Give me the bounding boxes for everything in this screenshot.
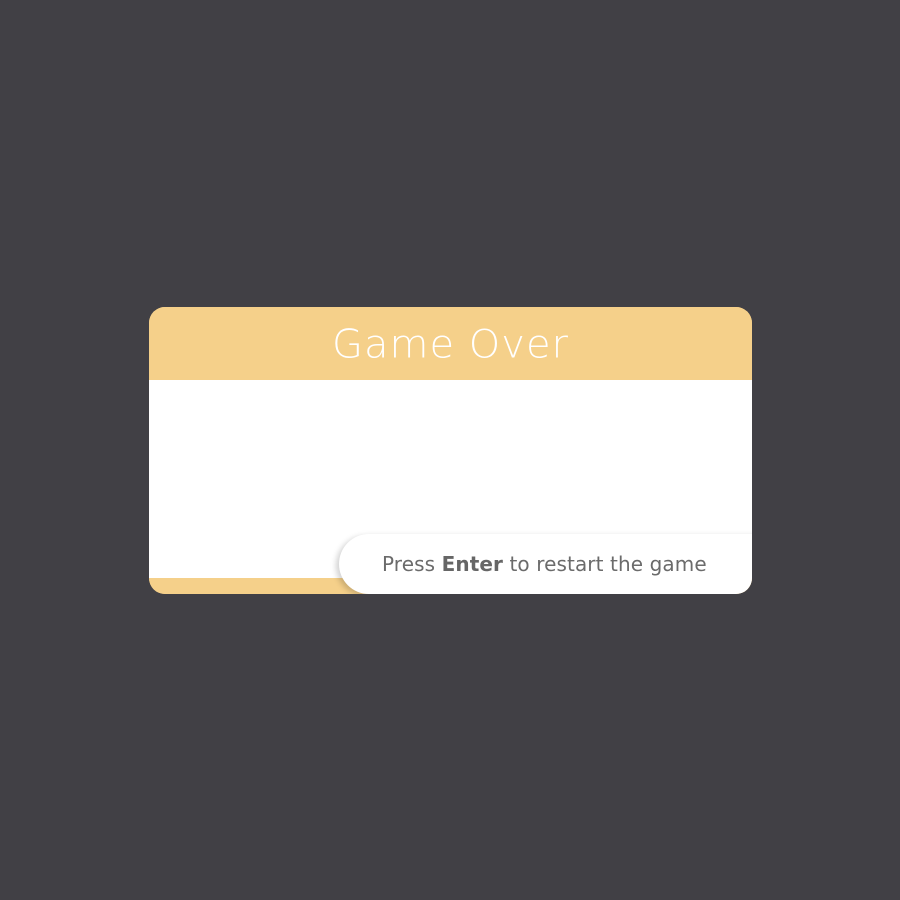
restart-prompt: Press Enter to restart the game [339, 534, 752, 594]
restart-prompt-text: Press Enter to restart the game [382, 552, 707, 576]
restart-prompt-prefix: Press [382, 552, 442, 576]
restart-prompt-suffix: to restart the game [503, 552, 707, 576]
game-over-title: Game Over [331, 321, 569, 368]
dialog-header: Game Over [149, 307, 752, 380]
game-screen: Game Over Press Enter to restart the gam… [0, 0, 900, 900]
game-over-dialog: Game Over Press Enter to restart the gam… [149, 307, 752, 594]
enter-key-label: Enter [441, 552, 503, 576]
